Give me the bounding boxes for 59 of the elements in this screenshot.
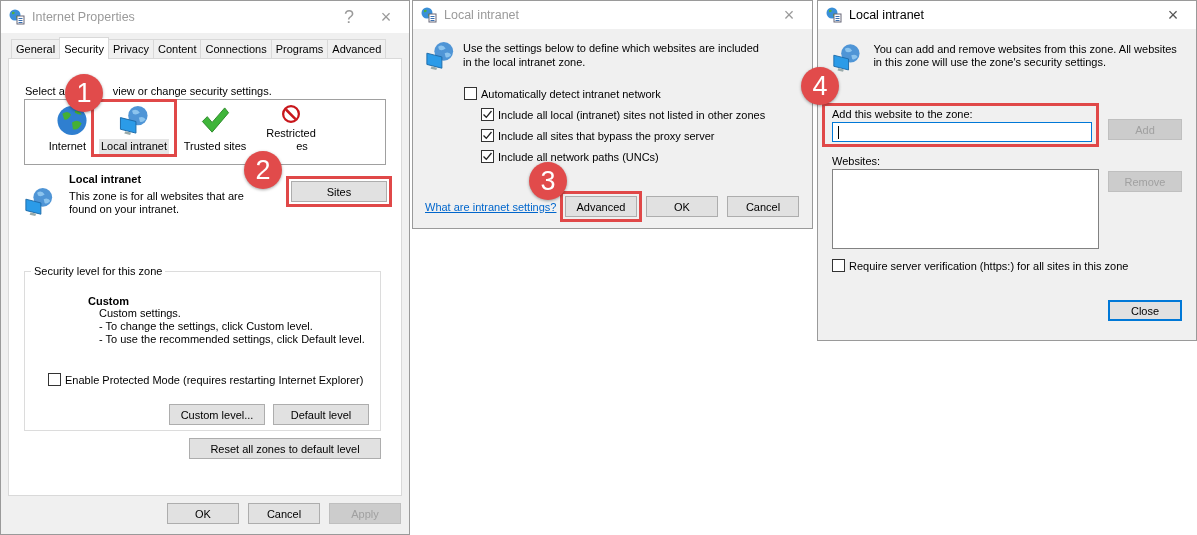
window-title: Local intranet bbox=[444, 8, 521, 22]
dialog-button[interactable]: Cancel bbox=[727, 196, 799, 217]
level-button[interactable]: Default level bbox=[273, 404, 369, 425]
websites-list[interactable] bbox=[832, 169, 1099, 249]
tab[interactable]: Advanced bbox=[327, 39, 387, 58]
checkbox[interactable] bbox=[464, 87, 477, 100]
checkbox-label: Require server verification (https:) for all sites in this zone bbox=[849, 259, 1129, 272]
field-label: Add this website to the zone: bbox=[832, 108, 974, 120]
checkbox-label: Include all sites that bypass the proxy server bbox=[498, 129, 715, 142]
instruction-text: view or change security settings. bbox=[112, 85, 272, 97]
checkbox-label: Include all local (intranet) sites not listed in other zones bbox=[498, 108, 766, 121]
globe-icon bbox=[9, 9, 25, 25]
list-label: Websites: bbox=[832, 155, 881, 167]
checkbox[interactable] bbox=[48, 373, 61, 386]
level-name: Custom bbox=[88, 295, 130, 307]
zone-label[interactable]: Trusted sites bbox=[181, 139, 249, 154]
tab[interactable]: Privacy bbox=[107, 39, 154, 58]
tab[interactable]: Security bbox=[59, 37, 109, 59]
level-description: - To change the settings, click Custom level. bbox=[99, 320, 314, 333]
level-description: - To use the recommended settings, click Default level. bbox=[99, 333, 366, 346]
tab[interactable]: Programs bbox=[270, 39, 329, 58]
network-computer-icon bbox=[24, 187, 54, 217]
dialog-button[interactable]: OK bbox=[167, 503, 239, 524]
level-description: Custom settings. bbox=[99, 307, 182, 320]
dialog-button[interactable]: Cancel bbox=[248, 503, 320, 524]
zone-description: This zone is for all websites that are found on your intranet. bbox=[69, 190, 244, 215]
network-computer-icon bbox=[118, 105, 150, 136]
checkmark-icon bbox=[199, 105, 231, 136]
zone-label[interactable]: Local intranet bbox=[98, 139, 169, 154]
close-button[interactable]: × bbox=[1158, 6, 1188, 24]
tab[interactable]: General bbox=[11, 39, 61, 58]
instruction-text: Select a bbox=[25, 85, 65, 97]
checkbox-label: Enable Protected Mode (requires restarting Internet Explorer) bbox=[65, 373, 364, 386]
dialog-button[interactable]: OK bbox=[646, 196, 718, 217]
globe-icon bbox=[421, 7, 437, 23]
checkbox[interactable] bbox=[832, 259, 845, 272]
close-dialog-button[interactable]: Close bbox=[1108, 300, 1182, 321]
checkbox-label: Include all network paths (UNCs) bbox=[498, 150, 659, 163]
network-computer-icon bbox=[425, 41, 455, 71]
checkbox[interactable] bbox=[481, 150, 494, 163]
sites-button[interactable]: Sites bbox=[291, 181, 387, 202]
network-computer-icon bbox=[832, 43, 862, 73]
window-title: Internet Properties bbox=[32, 10, 136, 24]
group-title: Security level for this zone bbox=[33, 265, 164, 277]
checkbox-label: Automatically detect intranet network bbox=[481, 87, 661, 100]
website-input-field[interactable] bbox=[832, 122, 1092, 142]
zone-label[interactable]: Restricted es bbox=[264, 126, 318, 154]
checkbox[interactable] bbox=[481, 108, 494, 121]
help-link[interactable]: What are intranet settings? bbox=[425, 200, 557, 213]
reset-button[interactable]: Reset all zones to default level bbox=[189, 438, 381, 459]
level-button[interactable]: Custom level... bbox=[169, 404, 265, 425]
checkbox[interactable] bbox=[481, 129, 494, 142]
zone-name: Local intranet bbox=[69, 173, 143, 186]
zone-label[interactable]: Internet bbox=[46, 139, 88, 154]
dialog-description: You can add and remove websites from this zone. All websites in this zone will use the zone's security settings. bbox=[873, 43, 1178, 70]
globe-icon bbox=[826, 7, 842, 23]
window-title: Local intranet bbox=[849, 8, 926, 22]
dialog-button[interactable]: Advanced bbox=[565, 196, 637, 217]
dialog-description: Use the settings below to define which websites are included in the local intranet zone. bbox=[463, 41, 760, 70]
